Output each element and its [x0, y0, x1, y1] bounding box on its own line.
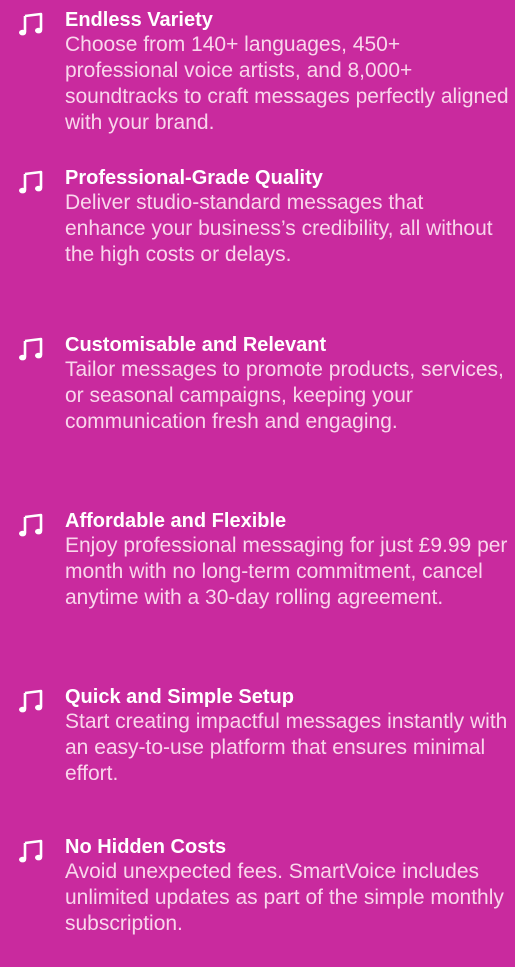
- feature-item: No Hidden Costs Avoid unexpected fees. S…: [18, 835, 509, 937]
- feature-description: Tailor messages to promote products, ser…: [65, 358, 504, 433]
- feature-title: No Hidden Costs: [65, 836, 227, 858]
- feature-text: No Hidden Costs Avoid unexpected fees. S…: [65, 835, 509, 937]
- feature-title: Professional-Grade Quality: [65, 167, 323, 189]
- feature-title: Customisable and Relevant: [65, 334, 327, 356]
- music-note-icon: [18, 689, 48, 715]
- feature-item: Endless Variety Choose from 140+ languag…: [18, 8, 509, 136]
- feature-title: Affordable and Flexible: [65, 510, 287, 532]
- feature-text: Customisable and Relevant Tailor message…: [65, 333, 509, 435]
- music-note-icon: [18, 170, 48, 196]
- music-note-icon: [18, 513, 48, 539]
- feature-item: Professional-Grade Quality Deliver studi…: [18, 166, 509, 268]
- feature-description: Choose from 140+ languages, 450+ profess…: [65, 33, 509, 134]
- feature-description: Avoid unexpected fees. SmartVoice includ…: [65, 860, 504, 935]
- feature-text: Endless Variety Choose from 140+ languag…: [65, 8, 509, 136]
- music-note-icon: [18, 839, 48, 865]
- feature-title: Quick and Simple Setup: [65, 686, 294, 708]
- feature-item: Affordable and Flexible Enjoy profession…: [18, 509, 509, 611]
- feature-text: Professional-Grade Quality Deliver studi…: [65, 166, 509, 268]
- feature-description: Deliver studio-standard messages that en…: [65, 191, 493, 266]
- feature-text: Quick and Simple Setup Start creating im…: [65, 685, 509, 787]
- feature-description: Enjoy professional messaging for just £9…: [65, 534, 508, 609]
- music-note-icon: [18, 12, 48, 38]
- feature-description: Start creating impactful messages instan…: [65, 710, 508, 785]
- feature-title: Endless Variety: [65, 9, 213, 31]
- feature-text: Affordable and Flexible Enjoy profession…: [65, 509, 509, 611]
- feature-item: Quick and Simple Setup Start creating im…: [18, 685, 509, 787]
- feature-list: Endless Variety Choose from 140+ languag…: [0, 0, 515, 967]
- feature-item: Customisable and Relevant Tailor message…: [18, 333, 509, 435]
- music-note-icon: [18, 337, 48, 363]
